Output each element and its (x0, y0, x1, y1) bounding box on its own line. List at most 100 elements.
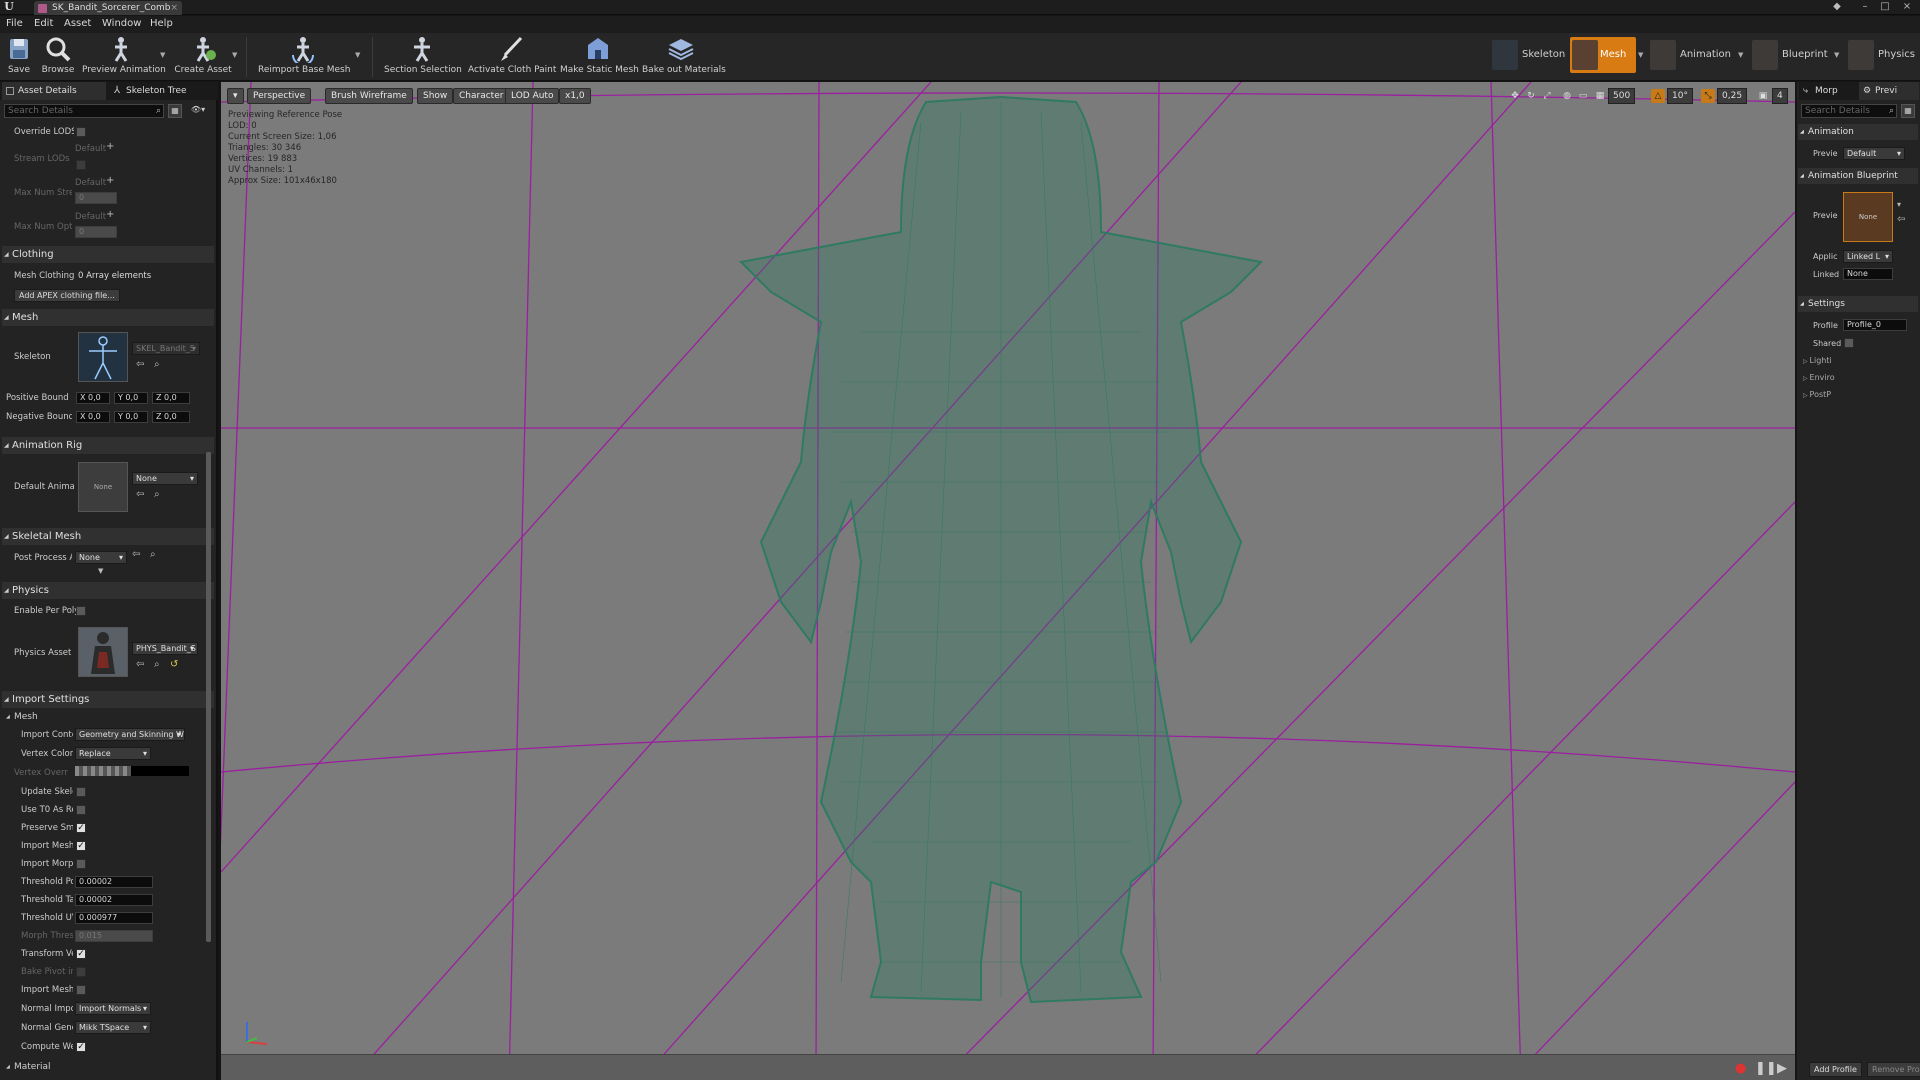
use-selected-arrow-icon[interactable]: ⇦ (132, 549, 140, 560)
max-num-streamed-field[interactable]: 0 (75, 192, 117, 204)
preview-animation-button[interactable]: Preview Animation (82, 35, 166, 79)
add-apex-clothing-button[interactable]: Add APEX clothing file... (14, 289, 120, 302)
preserve-smoothing-checkbox[interactable]: ✓ (76, 823, 86, 833)
scale-icon[interactable]: ⤢ (1540, 89, 1554, 103)
tab-preview-settings[interactable]: ⚙ Previ (1859, 82, 1919, 100)
tab-asset-details[interactable]: Asset Details (2, 82, 106, 100)
grid-snap-value[interactable]: 500 (1608, 88, 1636, 104)
use-t0-checkbox[interactable] (76, 805, 86, 815)
details-search-input[interactable]: Search Details ⌕ (4, 104, 164, 118)
morph-threshold-field[interactable]: 0.015 (75, 930, 153, 942)
menu-help[interactable]: Help (150, 18, 173, 29)
positive-bound-y[interactable]: Y 0,0 (114, 392, 148, 404)
add-profile-button[interactable]: Add Profile (1809, 1062, 1862, 1077)
make-static-mesh-button[interactable]: Make Static Mesh (560, 35, 639, 79)
menu-edit[interactable]: Edit (34, 18, 53, 29)
rotate-icon[interactable]: ↻ (1524, 89, 1538, 103)
browse-asset-icon[interactable]: ⌕ (154, 359, 160, 370)
browse-button[interactable]: Browse (40, 35, 76, 79)
details-scrollbar[interactable] (206, 452, 211, 942)
perspective-button[interactable]: Perspective (247, 88, 312, 104)
rotation-snap-value[interactable]: 10° (1667, 88, 1693, 104)
menu-asset[interactable]: Asset (64, 18, 91, 29)
close-window-button[interactable]: × (1898, 0, 1916, 14)
camera-speed-icon[interactable]: ▣ (1756, 89, 1770, 103)
skeleton-thumbnail[interactable] (78, 332, 128, 382)
viewport-menu-button[interactable]: ▾ (227, 88, 244, 104)
import-content-combo[interactable]: Geometry and Skinning W (75, 728, 185, 741)
import-mesh-lods-checkbox[interactable] (76, 985, 86, 995)
record-icon[interactable]: ● (1735, 1061, 1746, 1076)
animating-rig-thumbnail[interactable]: None (78, 462, 128, 512)
camera-speed-value[interactable]: 4 (1772, 88, 1788, 104)
preview-controller-combo[interactable]: Default (1843, 147, 1905, 160)
grid-snap-icon[interactable]: ▦ (1593, 89, 1607, 103)
postprocess-category[interactable]: PostP (1803, 390, 1832, 399)
preview-search-input[interactable]: Search Details ⌕ (1801, 104, 1897, 118)
menu-file[interactable]: File (6, 18, 23, 29)
reimport-base-mesh-button[interactable]: Reimport Base Mesh (258, 35, 350, 79)
negative-bound-y[interactable]: Y 0,0 (114, 411, 148, 423)
mesh-mode-dropdown-icon[interactable]: ▼ (1638, 51, 1643, 59)
mode-blueprint-button[interactable]: Blueprint (1752, 37, 1832, 73)
mode-physics-button[interactable]: Physics (1848, 37, 1920, 73)
add-icon[interactable]: + (106, 209, 114, 220)
section-mesh[interactable]: Mesh (2, 309, 214, 326)
step-forward-icon[interactable]: ▶ (1777, 1061, 1787, 1076)
normal-generation-combo[interactable]: Mikk TSpace (75, 1021, 151, 1034)
vertex-override-color-swatch[interactable] (75, 766, 131, 776)
mode-animation-button[interactable]: Animation (1650, 37, 1736, 73)
use-selected-arrow-icon[interactable]: ⇦ (136, 359, 144, 370)
expand-arrow-icon[interactable]: ▼ (98, 567, 103, 575)
subsection-mesh[interactable]: Mesh (2, 710, 214, 724)
physics-asset-combo[interactable]: PHYS_Bandit_S (132, 642, 198, 655)
preview-animation-dropdown-icon[interactable]: ▼ (160, 51, 165, 59)
grid-view-icon[interactable]: ▦ (168, 104, 182, 118)
translate-icon[interactable]: ✥ (1508, 89, 1522, 103)
lighting-category[interactable]: Lighti (1803, 356, 1832, 365)
anim-blueprint-thumbnail[interactable]: None (1843, 192, 1893, 242)
skeleton-combo[interactable]: SKEL_Bandit_S (132, 342, 200, 355)
maximize-button[interactable]: □ (1876, 0, 1894, 14)
transform-vertex-checkbox[interactable]: ✓ (76, 949, 86, 959)
document-tab[interactable]: SK_Bandit_Sorcerer_Comb × (34, 1, 182, 15)
profile-field[interactable]: Profile_0 (1843, 319, 1907, 331)
scale-snap-icon[interactable]: ⤡ (1701, 89, 1715, 103)
view-mode-button[interactable]: Brush Wireframe (325, 88, 413, 104)
max-num-optional-field[interactable]: 0 (75, 226, 117, 238)
threshold-tangent-field[interactable]: 0.00002 (75, 894, 153, 906)
section-animation[interactable]: Animation (1798, 124, 1918, 140)
use-selected-arrow-icon[interactable]: ⇦ (1897, 214, 1905, 225)
section-import-settings[interactable]: Import Settings (2, 691, 214, 708)
menu-window[interactable]: Window (102, 18, 141, 29)
mode-mesh-button[interactable]: Mesh (1570, 37, 1636, 73)
browse-asset-icon[interactable]: ⌕ (154, 489, 160, 500)
section-clothing[interactable]: Clothing (2, 246, 214, 263)
import-meshes-checkbox[interactable]: ✓ (76, 841, 86, 851)
animation-mode-dropdown-icon[interactable]: ▼ (1738, 51, 1743, 59)
physics-asset-thumbnail[interactable] (78, 627, 128, 677)
activate-cloth-paint-button[interactable]: Activate Cloth Paint (468, 35, 556, 79)
threshold-position-field[interactable]: 0.00002 (75, 876, 153, 888)
section-selection-button[interactable]: Section Selection (384, 35, 462, 79)
section-skeletal-mesh[interactable]: Skeletal Mesh (2, 528, 214, 545)
bake-pivot-checkbox[interactable] (76, 967, 86, 977)
close-tab-icon[interactable]: × (170, 1, 178, 15)
reimport-dropdown-icon[interactable]: ▼ (355, 51, 360, 59)
show-button[interactable]: Show (417, 88, 454, 104)
character-button[interactable]: Character (453, 88, 510, 104)
pause-icon[interactable]: ❚❚ (1755, 1061, 1777, 1076)
tab-morph-targets[interactable]: ⤷ Morp (1799, 82, 1859, 100)
grid-view-icon[interactable]: ▦ (1901, 104, 1915, 118)
normal-import-combo[interactable]: Import Normals (75, 1002, 151, 1015)
viewport[interactable]: ▾ Perspective Brush Wireframe Show Chara… (221, 82, 1795, 1080)
remove-profile-button[interactable]: Remove Profi (1867, 1062, 1920, 1077)
blueprint-mode-dropdown-icon[interactable]: ▼ (1834, 51, 1839, 59)
animating-rig-combo[interactable]: None (132, 472, 198, 485)
reset-to-default-icon[interactable]: ↺ (170, 659, 178, 670)
stream-lods-checkbox[interactable] (76, 160, 86, 170)
add-icon[interactable]: + (106, 141, 114, 152)
vertex-override-color-black[interactable] (131, 766, 189, 776)
use-selected-arrow-icon[interactable]: ⇦ (136, 659, 144, 670)
positive-bound-z[interactable]: Z 0,0 (152, 392, 190, 404)
